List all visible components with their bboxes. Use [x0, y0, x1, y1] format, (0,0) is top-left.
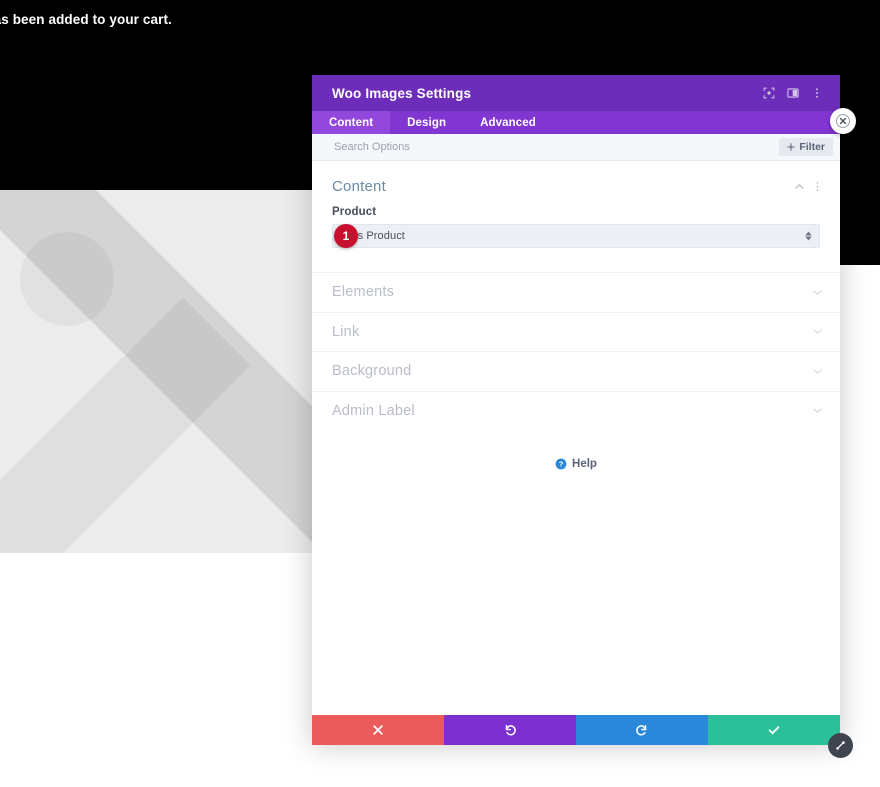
chevron-down-icon[interactable]: [808, 283, 826, 301]
section-elements[interactable]: Elements: [312, 272, 840, 312]
filter-button[interactable]: Filter: [779, 138, 833, 156]
tab-design[interactable]: Design: [390, 111, 463, 134]
help-button[interactable]: ? Help: [312, 430, 840, 470]
product-field: Product 1 This Product: [312, 206, 840, 248]
modal-header: Woo Images Settings: [312, 75, 840, 111]
cancel-button[interactable]: [312, 715, 444, 745]
more-vertical-icon[interactable]: [806, 82, 828, 104]
modal-body: Content Product 1 This Product Elements …: [312, 161, 840, 715]
modal-title: Woo Images Settings: [332, 85, 472, 101]
section-link-label: Link: [332, 323, 360, 340]
section-content: Content Product 1 This Product: [312, 161, 840, 272]
section-background-label: Background: [332, 363, 412, 380]
product-field-label: Product: [332, 206, 377, 218]
help-circle-icon: ?: [555, 458, 567, 470]
undo-arrow-icon: [505, 724, 516, 736]
close-modal-button[interactable]: [830, 108, 856, 134]
section-elements-label: Elements: [332, 284, 395, 301]
placeholder-circle: [20, 232, 114, 326]
tab-content[interactable]: Content: [312, 111, 391, 134]
resize-diagonal-icon: [836, 741, 845, 750]
modal-tabbar: Content Design Advanced: [312, 111, 840, 134]
chevron-down-icon[interactable]: [808, 402, 826, 420]
svg-text:?: ?: [559, 460, 564, 469]
step-badge-1: 1: [334, 224, 358, 248]
woo-images-settings-modal: Woo Images Settings Content Design Advan…: [312, 75, 840, 745]
product-placeholder-image: [0, 190, 330, 553]
filter-button-label: Filter: [799, 141, 825, 153]
resize-handle[interactable]: [828, 733, 853, 758]
plus-icon: [787, 143, 796, 151]
chevron-up-icon[interactable]: [790, 177, 808, 195]
section-admin-label-label: Admin Label: [332, 402, 415, 419]
help-label: Help: [572, 458, 597, 470]
section-admin-label[interactable]: Admin Label: [312, 390, 840, 431]
section-content-title: Content: [332, 177, 386, 195]
close-icon: [836, 114, 850, 128]
section-content-header[interactable]: Content: [312, 161, 840, 206]
select-spinner-icon: [805, 231, 812, 241]
layout-panel-icon[interactable]: [782, 82, 804, 104]
search-input[interactable]: [332, 140, 780, 154]
checkmark-icon: [768, 726, 780, 735]
redo-button[interactable]: [576, 715, 708, 745]
modal-footer: [312, 715, 840, 745]
search-options-bar: Filter: [312, 134, 840, 161]
section-more-vertical-icon[interactable]: [808, 177, 826, 195]
product-select[interactable]: 1 This Product: [332, 224, 820, 248]
undo-button[interactable]: [444, 715, 576, 745]
chevron-down-icon[interactable]: [808, 323, 826, 341]
tab-advanced[interactable]: Advanced: [463, 111, 553, 134]
close-x-icon: [373, 725, 383, 735]
cart-notice-text: ut" has been added to your cart.: [0, 12, 172, 27]
redo-arrow-icon: [636, 724, 647, 736]
section-background[interactable]: Background: [312, 351, 840, 391]
section-link[interactable]: Link: [312, 311, 840, 352]
save-button[interactable]: [708, 715, 840, 745]
chevron-down-icon[interactable]: [808, 362, 826, 380]
focus-icon[interactable]: [758, 82, 780, 104]
